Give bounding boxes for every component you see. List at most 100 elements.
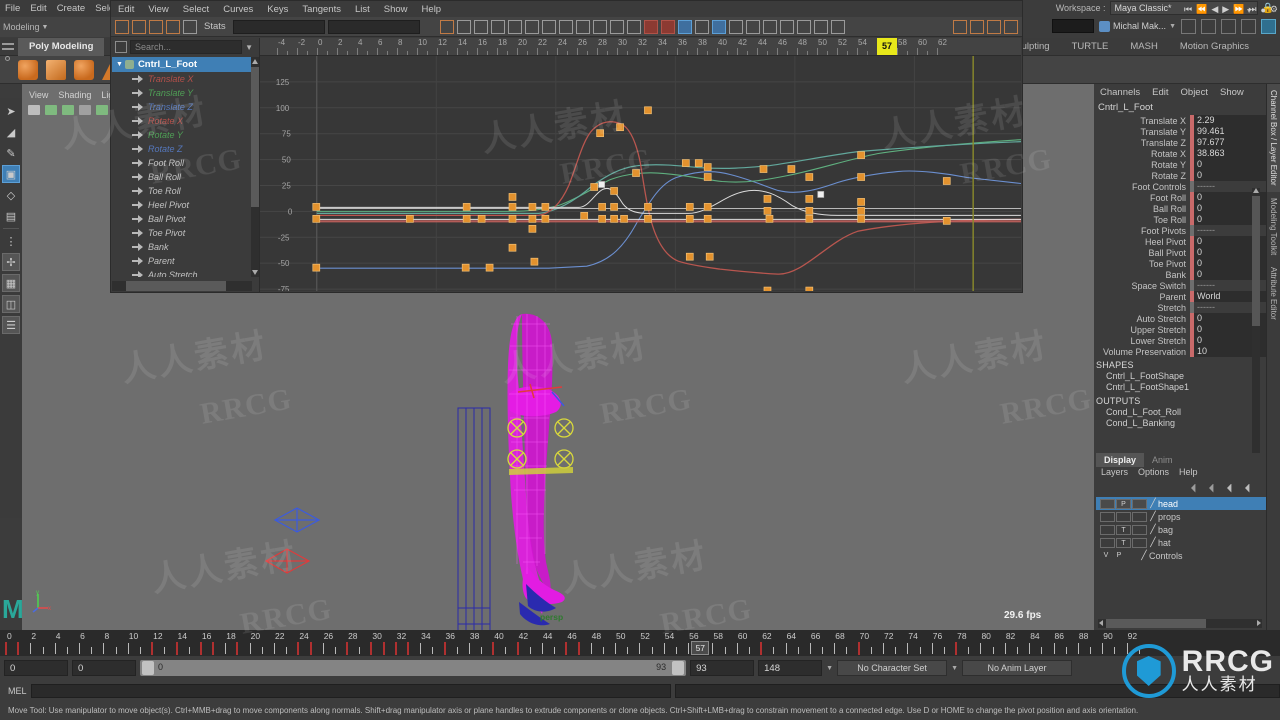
layer-row-controls[interactable]: V P ╱ Controls [1096, 549, 1266, 562]
tab-attribute-editor[interactable]: Attribute Editor [1267, 261, 1280, 326]
range-end-handle[interactable] [672, 661, 685, 675]
shelf-tab-mash[interactable]: MASH [1119, 38, 1168, 56]
le-menu-options[interactable]: Options [1133, 467, 1174, 481]
channel-row-rotate-y[interactable]: Rotate Y [112, 128, 252, 142]
display-type-toggle[interactable] [1132, 511, 1147, 522]
attribute-row-toe-roll[interactable]: Toe Roll 0 [1094, 214, 1266, 225]
attribute-row-translate-y[interactable]: Translate Y 99.461 [1094, 126, 1266, 137]
end-time-field[interactable]: 148 [758, 660, 823, 676]
rotate-tool-icon[interactable]: ◇ [2, 186, 20, 204]
cb-menu-channels[interactable]: Channels [1094, 87, 1146, 98]
viewport-menu-shading[interactable]: Shading [53, 90, 96, 100]
timeline-keyframe-tick[interactable] [565, 642, 568, 655]
attribute-row-rotate-z[interactable]: Rotate Z 0 [1094, 170, 1266, 181]
attribute-editor-toggle-icon[interactable] [1201, 18, 1216, 34]
region-tool-icon[interactable] [166, 19, 180, 34]
range-slider-bar[interactable]: 0 93 [140, 660, 687, 676]
outliner-vertical-scrollbar[interactable] [251, 57, 259, 277]
character-set-combo[interactable]: No Character Set [837, 660, 948, 676]
attribute-value[interactable]: 2.29 [1194, 115, 1266, 126]
attribute-value[interactable]: 97.677 [1194, 137, 1266, 148]
graph-current-time-marker[interactable]: 57 [877, 38, 897, 55]
linear-tangent-icon[interactable] [541, 19, 556, 34]
viewport-menu-view[interactable]: View [24, 90, 53, 100]
step-forward-icon[interactable]: ⏩ [1233, 4, 1244, 15]
attribute-row-volume-preservation[interactable]: Volume Preservation 10 [1094, 346, 1266, 357]
command-feedback-field[interactable] [1052, 19, 1095, 33]
chevron-down-icon[interactable]: ▼ [245, 43, 256, 52]
shelf-drag-handle[interactable] [2, 40, 16, 82]
output-item-1[interactable]: Cond_L_Banking [1094, 418, 1266, 429]
visibility-toggle[interactable]: V [1100, 551, 1112, 561]
channel-row-translate-x[interactable]: Translate X [112, 72, 252, 86]
visibility-toggle[interactable] [1100, 511, 1115, 522]
playback-toggle[interactable] [1116, 511, 1131, 522]
channel-row-ball-pivot[interactable]: Ball Pivot [112, 212, 252, 226]
attribute-row-foot-pivots[interactable]: Foot Pivots ------ [1094, 225, 1266, 236]
ge-menu-list[interactable]: List [348, 4, 377, 15]
command-input-field[interactable] [30, 684, 671, 698]
layer-row-bag[interactable]: T ╱ bag [1096, 523, 1266, 536]
auto-key-icon[interactable]: ● [1260, 5, 1265, 15]
user-account-button[interactable]: Michal Mak... ▼ [1099, 20, 1176, 32]
layer-color-swatch[interactable]: ╱ [1139, 550, 1149, 561]
main-menu-create[interactable]: Create [52, 3, 91, 14]
animation-curves-plot[interactable]: 125 100 75 50 25 0 -25 -50 -75 [260, 56, 1021, 291]
polycylinder-icon[interactable] [74, 59, 94, 80]
camera-icon[interactable] [28, 105, 40, 115]
shape-item-1[interactable]: Cntrl_L_FootShape1 [1094, 382, 1266, 393]
layer-row-head[interactable]: P ╱ head [1096, 497, 1266, 510]
layer-row-hat[interactable]: T ╱ hat [1096, 536, 1266, 549]
mode-label[interactable]: Modeling [0, 22, 40, 32]
animation-preferences-icon[interactable]: ⚙ [1270, 4, 1278, 15]
retime-tool-icon[interactable] [183, 19, 197, 34]
attribute-row-auto-stretch[interactable]: Auto Stretch 0 [1094, 313, 1266, 324]
new-layer-from-selected-icon[interactable] [1245, 483, 1250, 493]
ge-menu-tangents[interactable]: Tangents [295, 4, 348, 15]
channel-row-toe-roll[interactable]: Toe Roll [112, 184, 252, 198]
move-nearest-picked-key-icon[interactable] [115, 19, 129, 34]
stacked-curves-icon[interactable] [796, 19, 811, 34]
attribute-row-bank[interactable]: Bank 0 [1094, 269, 1266, 280]
expand-arrow-icon[interactable]: ▼ [116, 61, 123, 68]
camera-attributes-icon[interactable] [45, 105, 57, 115]
playback-toggle[interactable]: T [1116, 537, 1131, 548]
attribute-row-foot-roll[interactable]: Foot Roll 0 [1094, 192, 1266, 203]
search-input[interactable]: Search... [130, 40, 243, 54]
attribute-value[interactable]: 38.863 [1194, 148, 1266, 159]
attribute-row-heel-pivot[interactable]: Heel Pivot 0 [1094, 236, 1266, 247]
go-to-end-icon[interactable]: ⏭ [1248, 4, 1256, 15]
scale-tool-icon[interactable]: ▤ [2, 207, 20, 225]
graph-editor-channel-list[interactable]: ▼ Cntrl_L_Foot Translate X Translate Y T… [112, 57, 252, 277]
channel-row-rotate-z[interactable]: Rotate Z [112, 142, 252, 156]
polycube-icon[interactable] [46, 59, 66, 80]
frame-playback-range-icon[interactable] [456, 19, 471, 34]
playback-toggle[interactable]: T [1116, 524, 1131, 535]
move-layer-up-icon[interactable] [1191, 483, 1196, 493]
channel-row-foot-roll[interactable]: Foot Roll [112, 156, 252, 170]
timeline-keyframe-tick[interactable] [5, 642, 7, 655]
grid-display-icon[interactable] [970, 19, 984, 34]
image-plane-icon[interactable] [79, 105, 91, 115]
panel-settings-icon[interactable] [1004, 19, 1018, 34]
channel-row-auto-stretch[interactable]: Auto Stretch [112, 268, 252, 277]
range-start-handle[interactable] [142, 661, 154, 675]
lattice-deform-keys-icon[interactable] [149, 19, 163, 34]
single-view-layout-icon[interactable]: ✢ [2, 253, 20, 271]
timeline-keyframe-tick[interactable] [370, 642, 373, 655]
polysphere-icon[interactable] [18, 59, 38, 80]
chevron-down-icon[interactable]: ▼ [826, 665, 833, 672]
timeline-keyframe-tick[interactable] [212, 642, 215, 655]
timeline-keyframe-tick[interactable] [199, 642, 202, 655]
play-backwards-icon[interactable]: ◀ [1211, 4, 1218, 15]
auto-tangent-icon[interactable] [779, 19, 794, 34]
visibility-toggle[interactable] [1100, 498, 1115, 509]
attribute-row-rotate-y[interactable]: Rotate Y 0 [1094, 159, 1266, 170]
shelf-tab-motion-graphics[interactable]: Motion Graphics [1169, 38, 1260, 56]
lasso-select-tool-icon[interactable]: ◢ [2, 123, 20, 141]
swap-buffer-curve-icon[interactable] [694, 19, 709, 34]
ge-menu-curves[interactable]: Curves [216, 4, 260, 15]
channel-row-heel-pivot[interactable]: Heel Pivot [112, 198, 252, 212]
free-tangent-weight-icon[interactable] [643, 19, 658, 34]
le-menu-help[interactable]: Help [1174, 467, 1203, 481]
